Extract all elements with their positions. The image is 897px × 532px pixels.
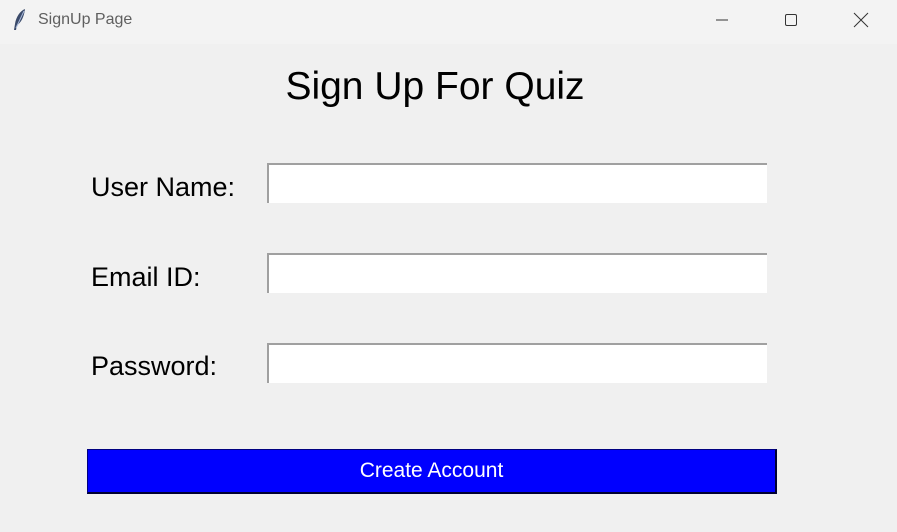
maximize-icon xyxy=(784,13,798,27)
create-account-button[interactable]: Create Account xyxy=(87,449,777,494)
page-title: Sign Up For Quiz xyxy=(285,65,585,108)
window-title: SignUp Page xyxy=(38,11,133,28)
username-label: User Name: xyxy=(91,172,236,202)
title-bar[interactable]: SignUp Page xyxy=(0,0,897,44)
close-icon xyxy=(853,12,869,28)
password-input[interactable] xyxy=(267,343,767,383)
feather-icon xyxy=(11,8,29,32)
minimize-button[interactable] xyxy=(699,0,745,40)
email-input[interactable] xyxy=(267,253,767,293)
password-label: Password: xyxy=(91,351,218,381)
username-input[interactable] xyxy=(267,163,767,203)
email-label: Email ID: xyxy=(91,262,201,292)
app-window: SignUp Page Sign Up For Quiz User Name: … xyxy=(0,0,897,532)
close-button[interactable] xyxy=(838,0,884,40)
maximize-button[interactable] xyxy=(768,0,814,40)
minimize-icon xyxy=(715,13,729,27)
